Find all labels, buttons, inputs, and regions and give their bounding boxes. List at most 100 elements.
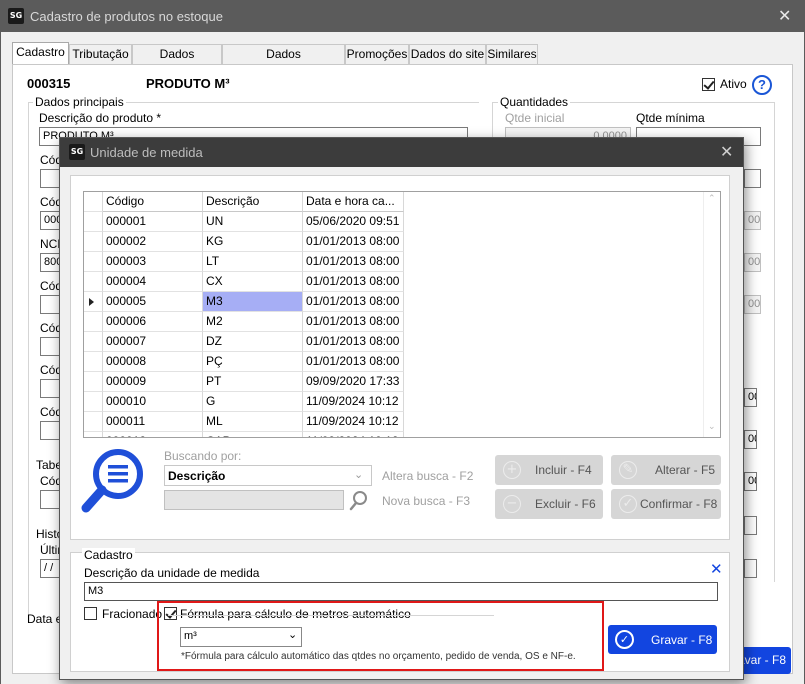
right-field-3[interactable]: 00 xyxy=(744,253,761,272)
gravar-button[interactable]: ✓ Gravar - F8 xyxy=(608,625,717,654)
grid-cell-codigo[interactable]: 000001 xyxy=(103,212,203,232)
grid-cell-codigo[interactable]: 000008 xyxy=(103,352,203,372)
data-label: Data e xyxy=(27,612,63,626)
right-field-1[interactable] xyxy=(744,169,761,188)
row-indicator[interactable] xyxy=(84,232,103,252)
grid-cell-codigo[interactable]: 000010 xyxy=(103,392,203,412)
grid-cell-codigo[interactable]: 000009 xyxy=(103,372,203,392)
grid-cell-data-hora[interactable]: 01/01/2013 08:00 xyxy=(303,232,404,252)
right-field-2[interactable]: 00 xyxy=(744,211,761,230)
column-header-descricao[interactable]: Descrição xyxy=(203,192,303,212)
grid-cell-data-hora[interactable]: 11/09/2024 10:12 xyxy=(303,412,404,432)
row-indicator[interactable] xyxy=(84,252,103,272)
grid-cell-data-hora[interactable]: 11/09/2024 10:12 xyxy=(303,392,404,412)
grid-cell-codigo[interactable]: 000003 xyxy=(103,252,203,272)
excluir-button[interactable]: − Excluir - F6 xyxy=(495,489,603,519)
grid-cell-descricao[interactable]: M2 xyxy=(203,312,303,332)
altera-busca-label[interactable]: Altera busca - F2 xyxy=(382,469,473,483)
row-indicator[interactable] xyxy=(84,412,103,432)
grid-cell-data-hora[interactable]: 01/01/2013 08:00 xyxy=(303,252,404,272)
descricao-produto-label: Descrição do produto * xyxy=(39,111,162,125)
right-field-7[interactable]: 00 xyxy=(744,472,757,491)
tab-dados-complementares[interactable]: Dados complementares xyxy=(222,44,345,80)
formula-select[interactable]: m³ xyxy=(180,627,302,647)
row-indicator[interactable] xyxy=(84,292,103,312)
row-indicator[interactable] xyxy=(84,312,103,332)
row-indicator[interactable] xyxy=(84,432,103,437)
excluir-label: Excluir - F6 xyxy=(535,497,596,511)
grid-cell-descricao[interactable]: ML xyxy=(203,412,303,432)
scroll-down-icon[interactable]: ⌄ xyxy=(708,422,716,432)
column-header-codigo[interactable]: Código xyxy=(103,192,203,212)
nova-busca-label[interactable]: Nova busca - F3 xyxy=(382,494,470,508)
ativo-checkbox[interactable] xyxy=(702,78,715,91)
grid-cell-codigo[interactable]: 000012 xyxy=(103,432,203,437)
plus-icon: + xyxy=(503,461,521,479)
row-indicator[interactable] xyxy=(84,272,103,292)
chevron-down-icon[interactable]: ⌄ xyxy=(354,468,363,481)
row-indicator[interactable] xyxy=(84,352,103,372)
grid-cell-codigo[interactable]: 000004 xyxy=(103,272,203,292)
grid-cell-data-hora[interactable]: 01/01/2013 08:00 xyxy=(303,272,404,292)
grid-cell-descricao[interactable]: M3 xyxy=(203,292,303,312)
incluir-button[interactable]: + Incluir - F4 xyxy=(495,455,603,485)
tab-similares[interactable]: Similares xyxy=(486,44,538,64)
grid-cell-descricao[interactable]: KG xyxy=(203,232,303,252)
edit-icon: ✎ xyxy=(619,461,637,479)
grid-cell-descricao[interactable]: CX xyxy=(203,272,303,292)
tab-dados-do-site[interactable]: Dados do site xyxy=(409,44,486,64)
grid-cell-descricao[interactable]: LT xyxy=(203,252,303,272)
descricao-unidade-input[interactable]: M3 xyxy=(84,582,718,601)
confirmar-button[interactable]: ✓ Confirmar - F8 xyxy=(611,489,721,519)
clear-x-icon[interactable]: ✕ xyxy=(710,560,723,578)
incluir-label: Incluir - F4 xyxy=(535,463,592,477)
right-field-5[interactable]: 00 xyxy=(744,388,757,407)
right-field-9[interactable] xyxy=(744,559,757,578)
formula-checkbox[interactable] xyxy=(164,607,177,620)
grid-cell-codigo[interactable]: 000002 xyxy=(103,232,203,252)
row-indicator[interactable] xyxy=(84,372,103,392)
unidades-grid[interactable]: Código Descrição Data e hora ca... 00000… xyxy=(83,191,721,438)
row-indicator[interactable] xyxy=(84,332,103,352)
grid-cell-codigo[interactable]: 000011 xyxy=(103,412,203,432)
row-indicator[interactable] xyxy=(84,212,103,232)
grid-cell-data-hora[interactable]: 01/01/2013 08:00 xyxy=(303,332,404,352)
dados-principais-label: Dados principais xyxy=(33,95,126,109)
grid-cell-data-hora[interactable]: 09/09/2020 17:33 xyxy=(303,372,404,392)
tab-cadastro[interactable]: Cadastro xyxy=(12,42,69,65)
grid-cell-descricao[interactable]: PT xyxy=(203,372,303,392)
grid-cell-data-hora[interactable]: 05/06/2020 09:51 xyxy=(303,212,404,232)
grid-cell-data-hora[interactable]: 01/01/2013 08:00 xyxy=(303,352,404,372)
help-icon[interactable]: ? xyxy=(752,75,772,95)
nova-busca-input[interactable] xyxy=(164,490,344,510)
right-field-6[interactable]: 00 xyxy=(744,430,757,449)
fracionado-checkbox[interactable] xyxy=(84,607,97,620)
grid-cell-descricao[interactable]: PÇ xyxy=(203,352,303,372)
grid-cell-descricao[interactable]: DZ xyxy=(203,332,303,352)
tab-dados-adicionais[interactable]: Dados adicionais xyxy=(132,44,222,80)
dialog-close-button[interactable]: ✕ xyxy=(720,144,733,160)
grid-cell-data-hora[interactable]: 01/01/2013 08:00 xyxy=(303,312,404,332)
grid-cell-descricao[interactable]: CAP xyxy=(203,432,303,437)
grid-cell-codigo[interactable]: 000006 xyxy=(103,312,203,332)
grid-cell-descricao[interactable]: G xyxy=(203,392,303,412)
grid-cell-codigo[interactable]: 000005 xyxy=(103,292,203,312)
search-icon[interactable] xyxy=(348,489,370,511)
grid-cell-data-hora[interactable]: 11/09/2024 10:12 xyxy=(303,432,404,437)
grid-cell-data-hora[interactable]: 01/01/2013 08:00 xyxy=(303,292,404,312)
right-field-8[interactable] xyxy=(744,516,757,535)
buscando-por-select[interactable]: Descrição xyxy=(164,465,372,486)
scroll-up-icon[interactable]: ⌃ xyxy=(708,194,716,204)
grid-cell-codigo[interactable]: 000007 xyxy=(103,332,203,352)
grid-cell-descricao[interactable]: UN xyxy=(203,212,303,232)
right-field-4[interactable]: 00 xyxy=(744,295,761,314)
formula-chevron-icon[interactable]: ⌄ xyxy=(288,628,297,641)
tab-tributacao[interactable]: Tributação xyxy=(69,44,132,64)
column-header-data-hora[interactable]: Data e hora ca... xyxy=(303,192,404,212)
alterar-button[interactable]: ✎ Alterar - F5 xyxy=(611,455,721,485)
row-indicator[interactable] xyxy=(84,392,103,412)
main-close-button[interactable]: ✕ xyxy=(778,8,791,24)
grid-vertical-scrollbar[interactable]: ⌃ ⌄ xyxy=(703,192,720,437)
tab-promocoes[interactable]: Promoções xyxy=(345,44,409,64)
formula-note: *Fórmula para cálculo automático das qtd… xyxy=(181,651,576,662)
